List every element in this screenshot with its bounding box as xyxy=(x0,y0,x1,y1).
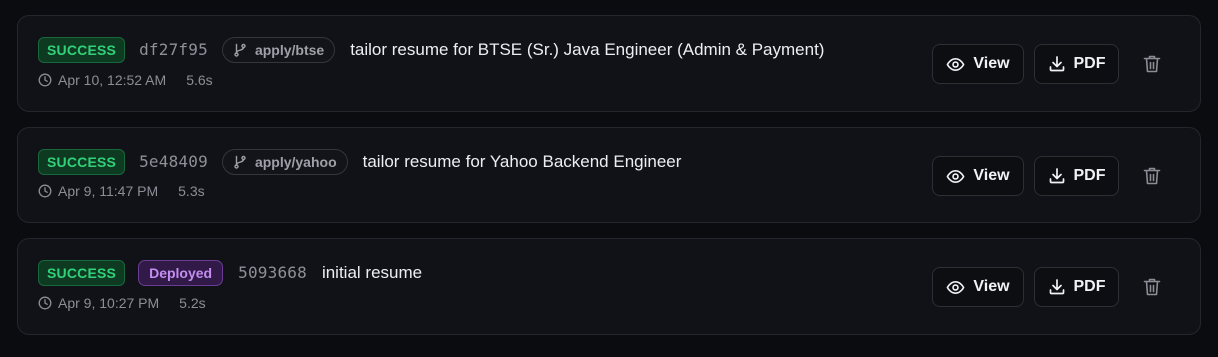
view-label: View xyxy=(973,55,1010,72)
commit-message: initial resume xyxy=(321,262,423,282)
pdf-label: PDF xyxy=(1073,167,1106,184)
deployment-time: Apr 9, 11:47 PM xyxy=(58,183,159,199)
eye-icon xyxy=(946,167,973,186)
pdf-download-button[interactable]: PDF xyxy=(1034,267,1119,307)
pdf-label: PDF xyxy=(1073,278,1106,295)
deployment-meta: Apr 10, 12:52 AM 5.6s xyxy=(38,72,213,88)
pdf-label: PDF xyxy=(1073,55,1106,72)
card-actions: View PDF xyxy=(932,156,1172,196)
deployed-badge: Deployed xyxy=(138,259,224,286)
eye-icon xyxy=(946,55,973,74)
deployment-meta: Apr 9, 11:47 PM 5.3s xyxy=(38,183,205,199)
delete-button[interactable] xyxy=(1132,44,1172,84)
branch-tag[interactable]: apply/btse xyxy=(221,36,336,63)
status-badge: SUCCESS xyxy=(38,148,126,175)
deployment-duration: 5.3s xyxy=(178,183,205,199)
branch-tag[interactable]: apply/yahoo xyxy=(221,148,348,175)
deployment-card: SUCCESS 5e48409 apply/yahoo tailor resum… xyxy=(17,127,1201,223)
deployment-time: Apr 10, 12:52 AM xyxy=(58,72,167,88)
commit-sha[interactable]: 5093668 xyxy=(238,263,307,282)
trash-icon xyxy=(1143,277,1161,297)
deployment-duration: 5.2s xyxy=(179,295,206,311)
card-actions: View PDF xyxy=(932,267,1172,307)
trash-icon xyxy=(1143,54,1161,74)
commit-sha[interactable]: df27f95 xyxy=(139,40,208,59)
delete-button[interactable] xyxy=(1132,267,1172,307)
view-label: View xyxy=(973,278,1010,295)
deployment-card: SUCCESS Deployed 5093668 initial resume … xyxy=(17,238,1201,335)
status-badge: SUCCESS xyxy=(38,36,126,63)
download-icon xyxy=(1048,167,1074,185)
clock-icon xyxy=(38,296,52,310)
branch-name: apply/yahoo xyxy=(254,153,337,170)
deployment-header: SUCCESS 5e48409 apply/yahoo tailor resum… xyxy=(38,148,681,175)
git-branch-icon xyxy=(233,155,255,169)
download-icon xyxy=(1048,55,1074,73)
eye-icon xyxy=(946,278,973,297)
deployment-meta: Apr 9, 10:27 PM 5.2s xyxy=(38,295,206,311)
commit-message: tailor resume for BTSE (Sr.) Java Engine… xyxy=(350,39,825,59)
deployment-list: SUCCESS df27f95 apply/btse tailor resume… xyxy=(0,0,1218,357)
view-button[interactable]: View xyxy=(932,156,1024,196)
pdf-download-button[interactable]: PDF xyxy=(1034,156,1119,196)
clock-icon xyxy=(38,73,52,87)
card-actions: View PDF xyxy=(932,44,1172,84)
deployment-header: SUCCESS Deployed 5093668 initial resume xyxy=(38,259,422,286)
status-badge: SUCCESS xyxy=(38,259,126,286)
deployment-card: SUCCESS df27f95 apply/btse tailor resume… xyxy=(17,15,1201,112)
view-button[interactable]: View xyxy=(932,267,1024,307)
branch-name: apply/btse xyxy=(254,41,325,58)
pdf-download-button[interactable]: PDF xyxy=(1034,44,1119,84)
deployment-header: SUCCESS df27f95 apply/btse tailor resume… xyxy=(38,36,824,63)
clock-icon xyxy=(38,184,52,198)
deployment-duration: 5.6s xyxy=(186,72,213,88)
commit-message: tailor resume for Yahoo Backend Engineer xyxy=(362,151,682,171)
view-label: View xyxy=(973,167,1010,184)
download-icon xyxy=(1048,278,1074,296)
delete-button[interactable] xyxy=(1132,156,1172,196)
trash-icon xyxy=(1143,166,1161,186)
commit-sha[interactable]: 5e48409 xyxy=(139,152,208,171)
view-button[interactable]: View xyxy=(932,44,1024,84)
git-branch-icon xyxy=(233,43,255,57)
deployment-time: Apr 9, 10:27 PM xyxy=(58,295,160,311)
